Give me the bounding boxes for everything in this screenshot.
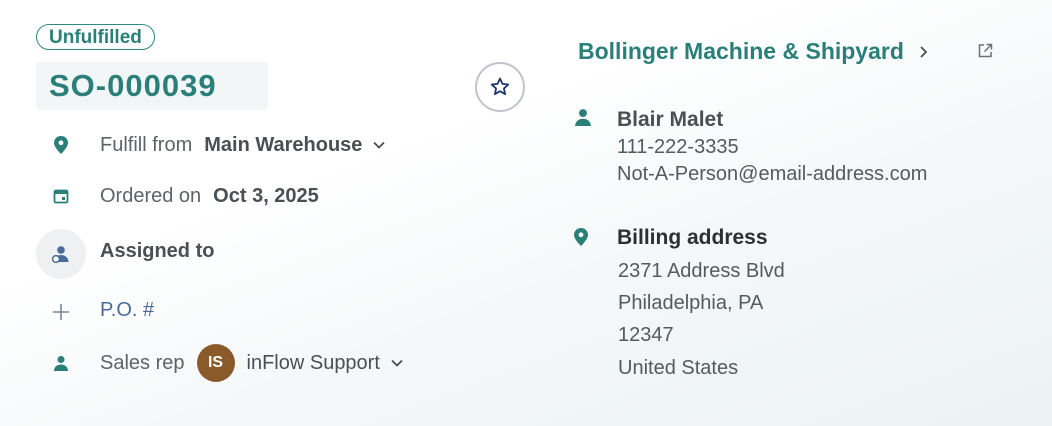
assigned-to-label[interactable]: Assigned to bbox=[100, 240, 214, 263]
contact-name: Blair Malet bbox=[617, 108, 724, 131]
avatar: IS bbox=[196, 344, 235, 382]
fulfill-from-row: Fulfill from Main Warehouse bbox=[50, 128, 386, 162]
assign-user-icon bbox=[51, 246, 69, 264]
assign-user-button[interactable] bbox=[36, 229, 86, 279]
star-icon bbox=[490, 77, 510, 96]
customer-name: Bollinger Machine & Shipyard bbox=[578, 38, 904, 64]
contact-email[interactable]: Not-A-Person@email-address.com bbox=[617, 163, 927, 186]
order-date[interactable]: Oct 3, 2025 bbox=[213, 185, 319, 208]
status-badge: Unfulfilled bbox=[36, 24, 155, 50]
person-icon bbox=[574, 108, 596, 130]
favorite-button[interactable] bbox=[475, 62, 525, 112]
location-pin-icon bbox=[50, 134, 72, 156]
address-line: Philadelphia, PA bbox=[618, 292, 764, 314]
chevron-down-icon bbox=[390, 358, 404, 368]
fulfill-from-label: Fulfill from bbox=[100, 133, 193, 156]
order-number[interactable]: SO-000039 bbox=[36, 62, 268, 110]
sales-rep-label: Sales rep bbox=[100, 351, 185, 374]
calendar-icon bbox=[50, 185, 72, 207]
person-icon bbox=[50, 352, 72, 374]
sales-rep-name: inFlow Support bbox=[246, 351, 380, 374]
ordered-on-row: Ordered on Oct 3, 2025 bbox=[50, 179, 319, 213]
warehouse-select[interactable]: Main Warehouse bbox=[192, 134, 386, 157]
address-line: United States bbox=[618, 357, 739, 379]
ordered-on-label: Ordered on bbox=[100, 184, 202, 207]
chevron-down-icon bbox=[372, 140, 386, 150]
customer-link[interactable]: Bollinger Machine & Shipyard bbox=[578, 38, 928, 65]
warehouse-value: Main Warehouse bbox=[204, 133, 363, 156]
address-line: 12347 bbox=[618, 324, 674, 346]
location-pin-icon bbox=[574, 228, 596, 250]
sales-rep-row: Sales rep IS inFlow Support bbox=[50, 344, 404, 382]
sales-rep-select[interactable]: IS inFlow Support bbox=[185, 344, 404, 382]
address-line: 2371 Address Blvd bbox=[618, 260, 785, 282]
chevron-right-icon bbox=[918, 45, 928, 59]
contact-phone[interactable]: 111-222-3335 bbox=[617, 136, 739, 159]
billing-address-title: Billing address bbox=[617, 226, 768, 249]
plus-icon[interactable] bbox=[50, 297, 72, 327]
add-po-link[interactable]: P.O. # bbox=[100, 299, 154, 322]
external-link-icon[interactable] bbox=[976, 42, 996, 62]
